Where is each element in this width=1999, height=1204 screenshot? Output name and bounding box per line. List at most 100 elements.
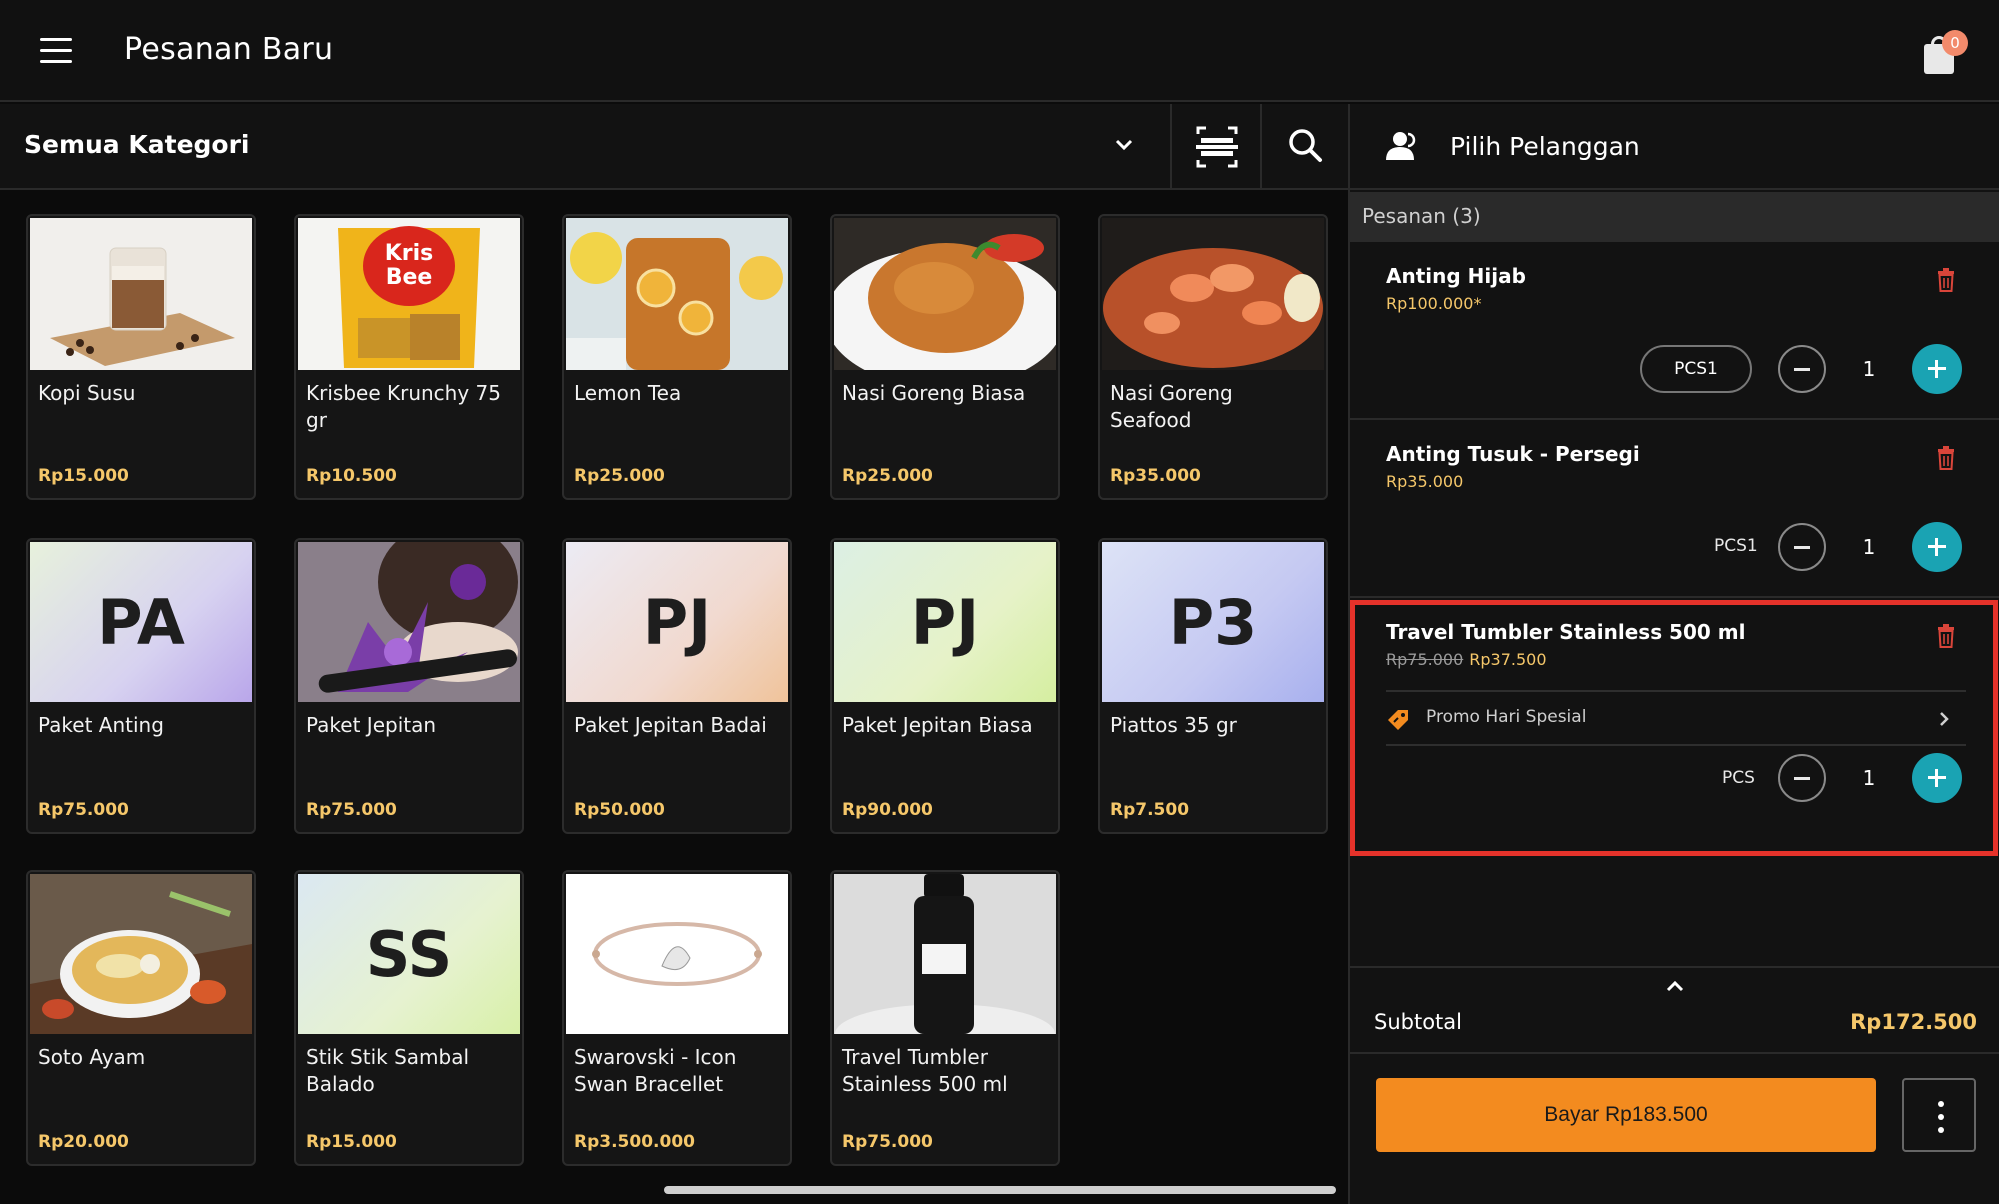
product-name: Stik Stik Sambal Balado xyxy=(306,1045,470,1096)
decrease-qty-button[interactable] xyxy=(1778,523,1826,571)
product-price: Rp20.000 xyxy=(38,1132,129,1152)
product-card[interactable]: Kopi Susu Rp15.000 xyxy=(26,214,256,500)
product-name: Travel Tumbler Stainless 500 ml xyxy=(842,1045,1008,1096)
unit-select-button[interactable]: PCS1 xyxy=(1640,345,1752,393)
svg-text:Bee: Bee xyxy=(386,265,433,290)
product-price: Rp35.000 xyxy=(1110,466,1201,486)
product-price: Rp25.000 xyxy=(842,466,933,486)
more-vertical-icon xyxy=(1938,1101,1944,1107)
product-price: Rp75.000 xyxy=(306,800,397,820)
product-image-nasi-goreng-biasa xyxy=(834,218,1056,370)
decrease-qty-button[interactable] xyxy=(1778,345,1826,393)
order-item-price: Rp100.000* xyxy=(1386,294,1482,313)
product-image-stik-stik: SS xyxy=(298,874,520,1034)
product-price: Rp25.000 xyxy=(574,466,665,486)
product-image-soto-ayam xyxy=(30,874,252,1034)
order-item-qty: 1 xyxy=(1862,766,1876,790)
trash-icon[interactable] xyxy=(1936,268,1956,292)
increase-qty-button[interactable] xyxy=(1912,522,1962,572)
order-item: Travel Tumbler Stainless 500 ml Rp75.000… xyxy=(1350,598,1999,854)
product-initials: P3 xyxy=(1168,585,1258,659)
product-price: Rp75.000 xyxy=(842,1132,933,1152)
product-name: Piattos 35 gr xyxy=(1110,713,1237,737)
product-card[interactable]: Kris Bee Krisbee Krunchy 75 gr Rp10.500 xyxy=(294,214,524,500)
product-price: Rp90.000 xyxy=(842,800,933,820)
menu-icon[interactable] xyxy=(40,38,72,64)
barcode-scan-button[interactable] xyxy=(1170,104,1260,190)
users-icon xyxy=(1386,132,1416,160)
product-card[interactable]: Lemon Tea Rp25.000 xyxy=(562,214,792,500)
product-card[interactable]: PJ Paket Jepitan Badai Rp50.000 xyxy=(562,538,792,834)
product-name: Paket Jepitan xyxy=(306,713,437,737)
product-card[interactable]: Nasi Goreng Seafood Rp35.000 xyxy=(1098,214,1328,500)
top-bar: Pesanan Baru 0 xyxy=(0,0,1999,102)
product-card[interactable]: Nasi Goreng Biasa Rp25.000 xyxy=(830,214,1060,500)
product-card[interactable]: Soto Ayam Rp20.000 xyxy=(26,870,256,1166)
product-image-paket-jepitan xyxy=(298,542,520,702)
unit-label[interactable]: PCS xyxy=(1722,768,1755,788)
order-count-label: Pesanan (3) xyxy=(1362,204,1481,228)
order-item-qty: 1 xyxy=(1862,535,1876,559)
product-card[interactable]: Swarovski - Icon Swan Bracellet Rp3.500.… xyxy=(562,870,792,1166)
product-card[interactable]: PJ Paket Jepitan Biasa Rp90.000 xyxy=(830,538,1060,834)
increase-qty-button[interactable] xyxy=(1912,753,1962,803)
order-item-name: Anting Hijab xyxy=(1386,264,1526,288)
product-image-nasi-goreng-seafood xyxy=(1102,218,1324,370)
svg-text:Kris: Kris xyxy=(385,241,434,266)
subtotal-value: Rp172.500 xyxy=(1850,1010,1977,1034)
product-initials: SS xyxy=(365,917,453,991)
unit-label[interactable]: PCS1 xyxy=(1714,536,1758,556)
category-dropdown[interactable]: Semua Kategori xyxy=(0,104,1170,190)
order-item: Anting Tusuk - Persegi Rp35.000 PCS1 1 xyxy=(1350,420,1999,598)
more-options-button[interactable] xyxy=(1902,1078,1976,1152)
decrease-qty-button[interactable] xyxy=(1778,754,1826,802)
product-grid: Kopi Susu Rp15.000 Kris Bee Krisbee Krun… xyxy=(0,192,1348,1182)
product-name: Swarovski - Icon Swan Bracellet xyxy=(574,1045,737,1096)
product-image-krisbee: Kris Bee xyxy=(298,218,520,370)
select-customer-button[interactable]: Pilih Pelanggan xyxy=(1350,104,1999,190)
chevron-up-icon[interactable] xyxy=(1664,978,1686,994)
product-name: Paket Anting xyxy=(38,713,164,737)
increase-qty-button[interactable] xyxy=(1912,344,1962,394)
page-title: Pesanan Baru xyxy=(124,32,334,67)
product-card[interactable]: P3 Piattos 35 gr Rp7.500 xyxy=(1098,538,1328,834)
product-card[interactable]: Travel Tumbler Stainless 500 ml Rp75.000 xyxy=(830,870,1060,1166)
order-item-qty: 1 xyxy=(1862,357,1876,381)
product-price: Rp15.000 xyxy=(38,466,129,486)
horizontal-scrollbar[interactable] xyxy=(664,1186,1336,1194)
product-name: Paket Jepitan Biasa xyxy=(842,713,1033,737)
order-panel: Pilih Pelanggan Pesanan (3) Anting Hijab… xyxy=(1348,104,1999,1204)
category-selected-label: Semua Kategori xyxy=(24,130,250,159)
order-item-price-group: Rp75.000 Rp37.500 xyxy=(1386,650,1547,669)
product-name: Paket Jepitan Badai xyxy=(574,713,767,737)
pay-button[interactable]: Bayar Rp183.500 xyxy=(1376,1078,1876,1152)
order-item-name: Travel Tumbler Stainless 500 ml xyxy=(1386,620,1746,644)
order-item-name: Anting Tusuk - Persegi xyxy=(1386,442,1640,466)
trash-icon[interactable] xyxy=(1936,446,1956,470)
promo-row[interactable]: Promo Hari Spesial xyxy=(1386,690,1966,746)
more-vertical-dot xyxy=(1938,1127,1944,1133)
product-image-paket-jepitan-biasa: PJ xyxy=(834,542,1056,702)
product-price: Rp7.500 xyxy=(1110,800,1190,820)
product-price: Rp3.500.000 xyxy=(574,1132,695,1152)
product-card[interactable]: Paket Jepitan Rp75.000 xyxy=(294,538,524,834)
product-image-piattos: P3 xyxy=(1102,542,1324,702)
product-name: Nasi Goreng Seafood xyxy=(1110,381,1233,432)
order-item: Anting Hijab Rp100.000* PCS1 1 xyxy=(1350,242,1999,420)
product-price: Rp15.000 xyxy=(306,1132,397,1152)
category-bar: Semua Kategori xyxy=(0,104,1348,190)
trash-icon[interactable] xyxy=(1936,624,1956,648)
order-item-price: Rp37.500 xyxy=(1469,650,1547,669)
order-item-price: Rp35.000 xyxy=(1386,472,1464,491)
product-image-travel-tumbler xyxy=(834,874,1056,1034)
product-card[interactable]: PA Paket Anting Rp75.000 xyxy=(26,538,256,834)
product-name: Nasi Goreng Biasa xyxy=(842,381,1026,405)
chevron-down-icon xyxy=(1115,139,1133,151)
product-card[interactable]: SS Stik Stik Sambal Balado Rp15.000 xyxy=(294,870,524,1166)
search-button[interactable] xyxy=(1260,104,1348,190)
search-icon xyxy=(1289,129,1322,162)
cart-button[interactable]: 0 xyxy=(1920,30,1968,76)
product-initials: PJ xyxy=(642,585,712,659)
product-image-swarovski xyxy=(566,874,788,1034)
product-image-paket-anting: PA xyxy=(30,542,252,702)
